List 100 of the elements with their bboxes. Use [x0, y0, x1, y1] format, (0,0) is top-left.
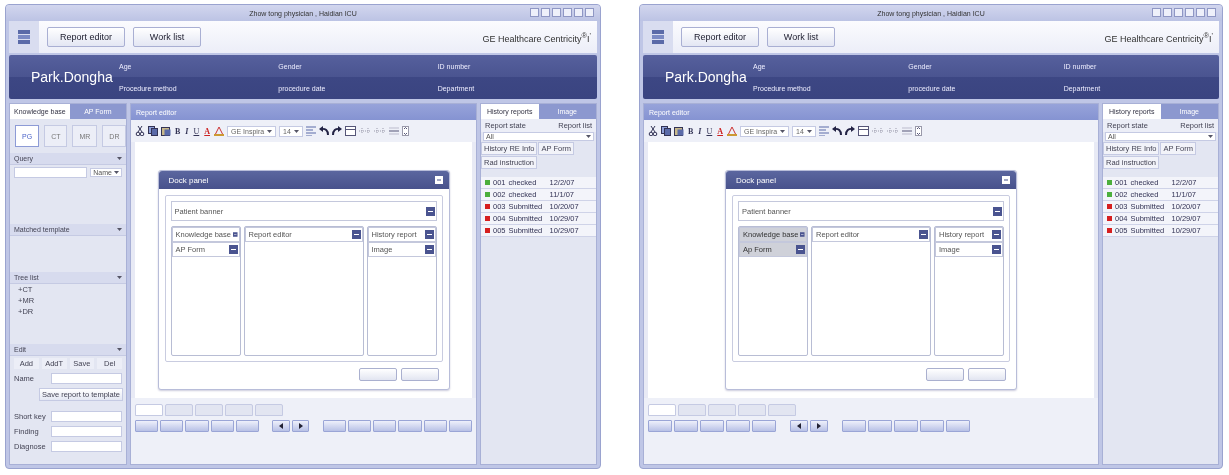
- bottom-tab[interactable]: [708, 404, 736, 416]
- panel-toggle-icon: [919, 230, 928, 239]
- dialog-button[interactable]: [400, 368, 439, 381]
- bottom-tab[interactable]: [648, 404, 676, 416]
- bottom-tab[interactable]: [738, 404, 766, 416]
- toolbar-button[interactable]: [700, 420, 724, 432]
- input-field[interactable]: [51, 426, 122, 437]
- caret-icon: [293, 129, 299, 133]
- align-icon: [305, 126, 316, 136]
- copy-icon: [661, 126, 671, 136]
- format-button[interactable]: U: [192, 126, 201, 136]
- cut-icon: [135, 126, 145, 136]
- dialog-button[interactable]: [968, 368, 1006, 381]
- caret-icon: [117, 348, 122, 351]
- format-button[interactable]: U: [705, 126, 714, 136]
- nav-button[interactable]: Report editor: [681, 27, 760, 47]
- caret-icon: [780, 129, 786, 133]
- panel-toggle-icon: [424, 245, 434, 254]
- search-field[interactable]: [14, 167, 88, 178]
- app-menu-button[interactable]: [643, 21, 673, 53]
- format-button[interactable]: B: [174, 126, 182, 136]
- app-menu-button[interactable]: [9, 21, 39, 53]
- highlight-icon: [214, 126, 225, 136]
- dock-panel-title: Dock panel: [736, 175, 777, 185]
- table-icon: [344, 126, 356, 136]
- line-icon: [388, 126, 399, 136]
- column-icon: [358, 126, 371, 136]
- bottom-tab[interactable]: [225, 404, 253, 416]
- panel-toggle-icon: [796, 245, 805, 254]
- line-icon: [901, 126, 912, 136]
- stack-icon: [17, 29, 31, 45]
- next-button[interactable]: [810, 420, 828, 432]
- previous-button[interactable]: [790, 420, 808, 432]
- toolbar-button[interactable]: [348, 420, 372, 432]
- toolbar-button[interactable]: [448, 420, 472, 432]
- toolbar-button[interactable]: [373, 420, 397, 432]
- dialog-button[interactable]: [358, 368, 397, 381]
- brand-logo: GE Healthcare Centricity$^{®}$I$^{'}$: [1104, 30, 1213, 44]
- previous-button[interactable]: [272, 420, 290, 432]
- toolbar-button[interactable]: [135, 420, 159, 432]
- patient-name: Park.Dongha: [664, 69, 748, 85]
- nav-button[interactable]: Work list: [767, 27, 836, 47]
- collapse-icon: [434, 176, 443, 184]
- toolbar-button[interactable]: [648, 420, 672, 432]
- input-field[interactable]: [51, 411, 122, 422]
- highlight-icon: [727, 126, 738, 136]
- format-button[interactable]: I: [184, 126, 190, 136]
- spinner-icon: [401, 126, 409, 136]
- toolbar-button[interactable]: [398, 420, 422, 432]
- input-field[interactable]: [51, 441, 122, 452]
- panel-toggle-icon: [425, 206, 435, 216]
- toolbar-button[interactable]: [160, 420, 184, 432]
- caret-icon: [117, 276, 122, 279]
- caret-icon: [806, 129, 812, 133]
- toolbar-button[interactable]: [185, 420, 209, 432]
- right-triangle-icon: [298, 423, 303, 429]
- panel-toggle-icon: [993, 206, 1002, 216]
- toolbar-button[interactable]: [726, 420, 750, 432]
- format-button[interactable]: A: [716, 126, 725, 136]
- panel-toggle-icon: [800, 230, 805, 239]
- toolbar-button[interactable]: [842, 420, 866, 432]
- bottom-tab[interactable]: [165, 404, 193, 416]
- caret-icon: [1208, 135, 1213, 138]
- left-triangle-icon: [797, 423, 801, 429]
- toolbar-button[interactable]: [868, 420, 892, 432]
- left-triangle-icon: [279, 423, 284, 429]
- format-button[interactable]: I: [697, 126, 703, 136]
- next-button[interactable]: [291, 420, 310, 432]
- bottom-tab[interactable]: [678, 404, 706, 416]
- panel-toggle-icon: [992, 230, 1001, 239]
- paste-icon: [674, 126, 684, 136]
- column-icon: [373, 126, 386, 136]
- dialog-button[interactable]: [926, 368, 964, 381]
- toolbar-button[interactable]: [235, 420, 259, 432]
- toolbar-button[interactable]: [920, 420, 944, 432]
- undo-icon: [831, 126, 842, 136]
- dock-panel-title: Dock panel: [168, 175, 209, 185]
- toolbar-button[interactable]: [946, 420, 970, 432]
- format-button[interactable]: B: [687, 126, 695, 136]
- collapse-icon: [1002, 176, 1010, 184]
- caret-icon: [117, 157, 122, 160]
- toolbar-button[interactable]: [423, 420, 447, 432]
- toolbar-button[interactable]: [210, 420, 234, 432]
- bottom-tab[interactable]: [195, 404, 223, 416]
- format-button[interactable]: A: [203, 126, 212, 136]
- toolbar-button[interactable]: [322, 420, 347, 432]
- cut-icon: [648, 126, 658, 136]
- bottom-tab[interactable]: [135, 404, 163, 416]
- copy-icon: [148, 126, 158, 136]
- redo-icon: [844, 126, 855, 136]
- panel-toggle-icon: [424, 230, 434, 239]
- stack-icon: [651, 29, 665, 45]
- nav-button[interactable]: Work list: [133, 27, 202, 47]
- input-field[interactable]: [51, 373, 122, 384]
- toolbar-button[interactable]: [894, 420, 918, 432]
- toolbar-button[interactable]: [752, 420, 776, 432]
- nav-button[interactable]: Report editor: [47, 27, 126, 47]
- patient-name: Park.Dongha: [30, 69, 114, 85]
- toolbar-button[interactable]: [674, 420, 698, 432]
- column-icon: [871, 126, 884, 136]
